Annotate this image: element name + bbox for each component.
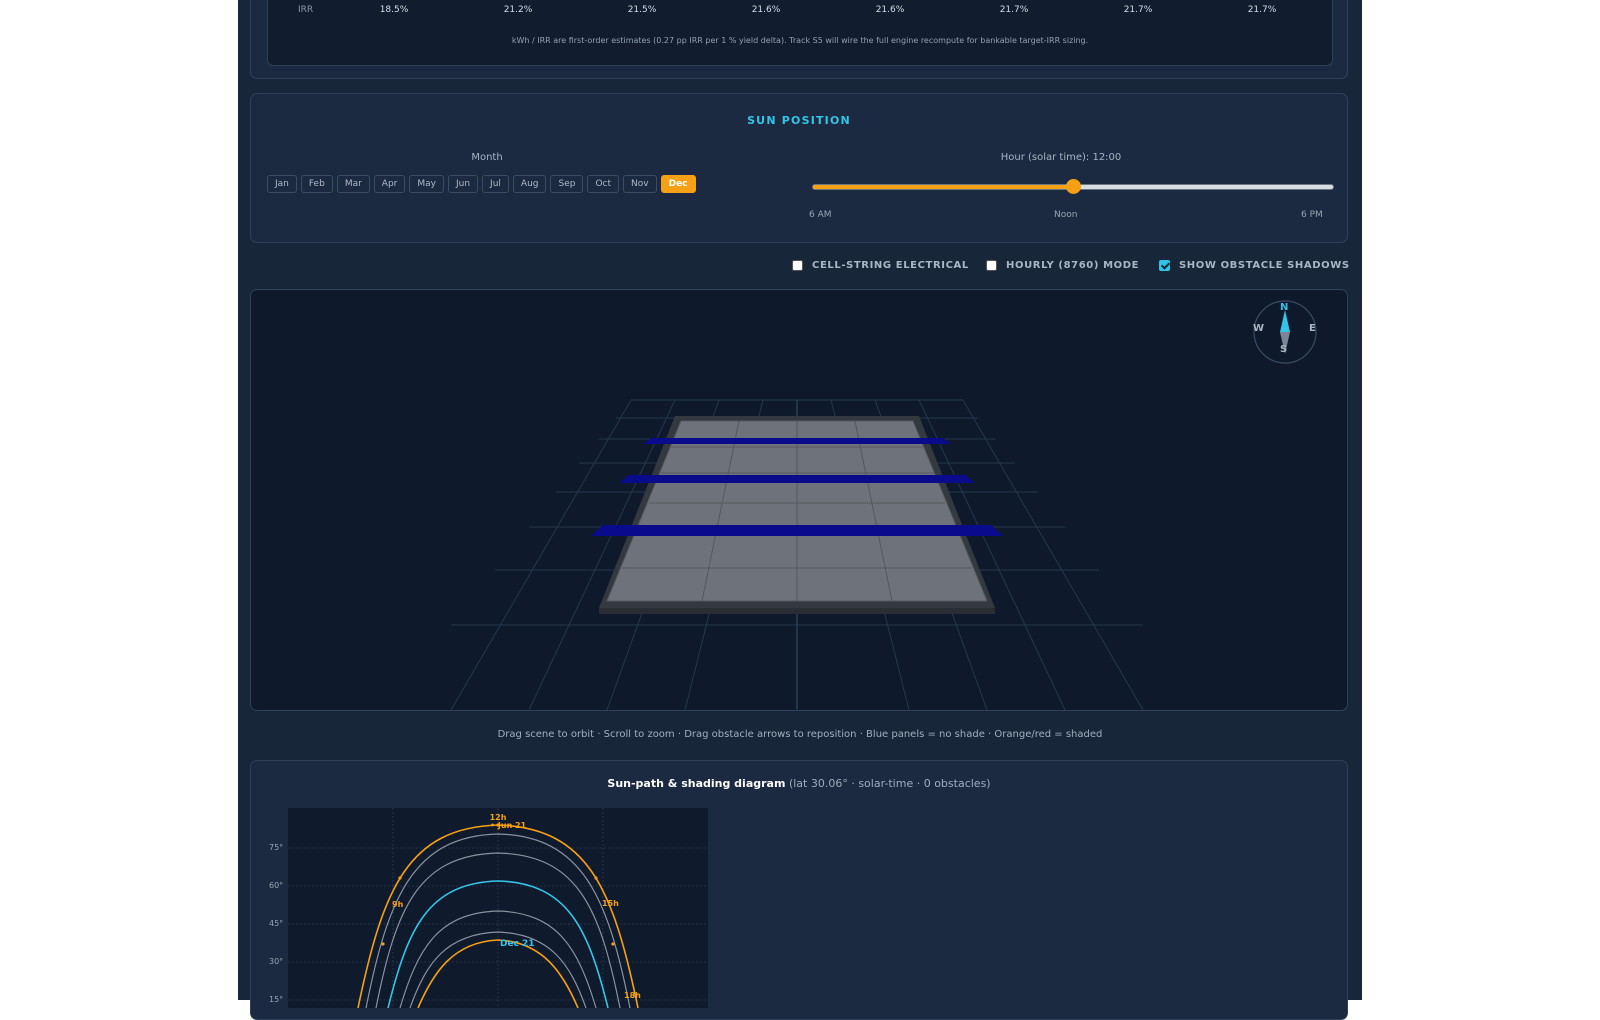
label-9h: 9h (392, 900, 404, 909)
month-button-mar[interactable]: Mar (336, 175, 370, 193)
scene-canvas[interactable] (251, 290, 1349, 710)
irr-value: 21.7% (1247, 5, 1277, 15)
month-label: Month (471, 152, 503, 163)
label-18h: 18h (624, 991, 641, 1000)
blue-panel-row (591, 525, 1003, 536)
toggle-obstacle-shadows[interactable]: SHOW OBSTACLE SHADOWS (1159, 260, 1350, 271)
sun-path-plot[interactable]: 12h • Jun 21 9h 15h Dec 21 18h (288, 808, 708, 1008)
toggle-hourly-mode[interactable]: HOURLY (8760) MODE (986, 260, 1139, 271)
compass-e: E (1309, 323, 1316, 334)
month-button-jan[interactable]: Jan (267, 175, 297, 193)
irr-value: 21.7% (999, 5, 1029, 15)
toggle-label: HOURLY (8760) MODE (1006, 260, 1140, 271)
checkbox[interactable] (986, 260, 997, 271)
sun-position-card: SUN POSITION Month Jan Feb Mar Apr May J… (250, 93, 1348, 243)
irr-value: 21.2% (503, 5, 533, 15)
irr-value: 21.6% (751, 5, 781, 15)
label-15h: 15h (602, 899, 619, 908)
irr-value: 18.5% (379, 5, 409, 15)
month-button-may[interactable]: May (409, 175, 444, 193)
month-button-oct[interactable]: Oct (587, 175, 620, 193)
blue-panel-row (619, 475, 975, 483)
irr-value: 21.5% (627, 5, 657, 15)
sun-path-title: Sun-path & shading diagram (lat 30.06° ·… (251, 777, 1347, 790)
toggle-label: CELL-STRING ELECTRICAL (812, 260, 969, 271)
y-tick: 60° (269, 881, 284, 890)
scene-viewport[interactable]: N S E W (250, 289, 1348, 711)
irr-value: 21.7% (1123, 5, 1153, 15)
month-button-feb[interactable]: Feb (300, 175, 333, 193)
month-selector: Jan Feb Mar Apr May Jun Jul Aug Sep Oct … (267, 175, 696, 193)
month-button-jun[interactable]: Jun (447, 175, 479, 193)
compass-n: N (1280, 302, 1289, 313)
checkbox-checked[interactable] (1159, 260, 1170, 271)
compass-w: W (1253, 323, 1265, 334)
hour-label: Hour (solar time): 12:00 (1000, 152, 1122, 163)
help-text: Drag scene to orbit · Scroll to zoom · D… (497, 729, 1103, 740)
month-button-sep[interactable]: Sep (550, 175, 584, 193)
label-dec21: Dec 21 (500, 939, 535, 949)
toggle-cell-string[interactable]: CELL-STRING ELECTRICAL (792, 260, 969, 271)
section-title: SUN POSITION (747, 114, 851, 127)
month-button-nov[interactable]: Nov (623, 175, 657, 193)
label-jun21: • Jun 21 (490, 821, 527, 830)
app-window: IRR 18.5% 21.2% 21.5% 21.6% 21.6% 21.7% … (238, 0, 1362, 1020)
month-button-dec[interactable]: Dec (660, 175, 696, 193)
irr-value: 21.6% (875, 5, 905, 15)
y-tick: 30° (269, 957, 284, 966)
sun-path-heading: Sun-path & shading diagram (607, 777, 786, 790)
hour-slider-thumb[interactable] (1066, 179, 1081, 194)
blue-panel-row (643, 438, 951, 444)
hour-slider-fill (813, 185, 1073, 189)
irr-row-label: IRR (298, 5, 314, 15)
tick-noon: Noon (1054, 210, 1078, 220)
month-button-aug[interactable]: Aug (512, 175, 547, 193)
irr-card: IRR 18.5% 21.2% 21.5% 21.6% 21.6% 21.7% … (250, 0, 1348, 79)
y-tick: 45° (269, 919, 284, 928)
compass-s: S (1280, 344, 1288, 355)
tick-6pm: 6 PM (1301, 210, 1323, 220)
checkbox[interactable] (792, 260, 803, 271)
sun-path-subtitle: (lat 30.06° · solar-time · 0 obstacles) (788, 777, 991, 790)
month-button-jul[interactable]: Jul (482, 175, 509, 193)
toggle-label: SHOW OBSTACLE SHADOWS (1179, 260, 1350, 271)
month-button-apr[interactable]: Apr (373, 175, 406, 193)
y-tick: 75° (269, 843, 284, 852)
sun-path-card: Sun-path & shading diagram (lat 30.06° ·… (250, 760, 1348, 1020)
irr-table: IRR 18.5% 21.2% 21.5% 21.6% 21.6% 21.7% … (267, 0, 1333, 66)
irr-note: kWh / IRR are first-order estimates (0.2… (511, 36, 1089, 45)
tick-6am: 6 AM (809, 210, 832, 220)
